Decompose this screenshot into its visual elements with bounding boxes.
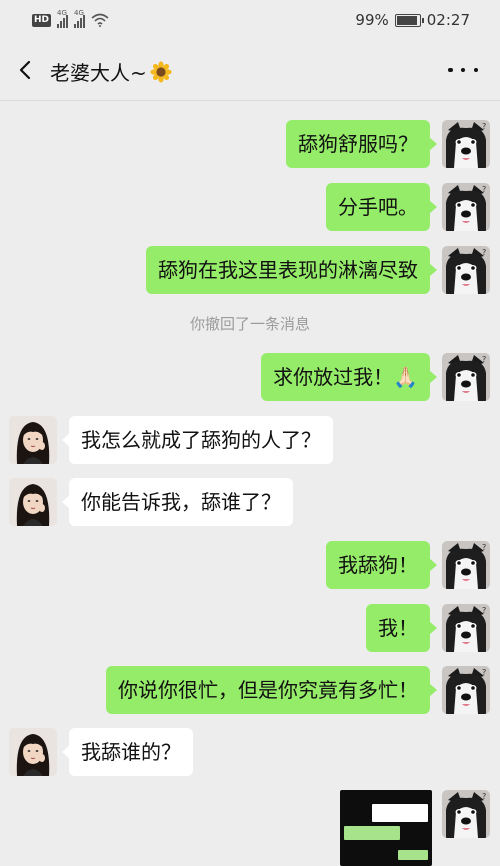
message-bubble-outgoing[interactable]: 你说你很忙，但是你究竟有多忙！ — [106, 666, 437, 714]
recall-notice: 你撤回了一条消息 — [189, 315, 310, 333]
battery-percent: 99% — [355, 11, 389, 29]
more-dots-icon[interactable] — [448, 58, 478, 82]
message-bubble-incoming[interactable]: 我舔谁的？ — [62, 728, 193, 776]
message-bubble-incoming[interactable]: 我怎么就成了舔狗的人了？ — [62, 416, 333, 464]
avatar-self[interactable] — [442, 120, 490, 168]
message-bubble-outgoing[interactable]: 分手吧。 — [326, 183, 437, 231]
status-right: 99% 02:27 — [355, 11, 470, 29]
message-bubble-outgoing[interactable]: 舔狗在我这里表现的淋漓尽致 — [146, 246, 437, 294]
battery-fill — [396, 15, 417, 25]
chevron-left-icon[interactable] — [14, 56, 38, 84]
network-type-label-2: 4G — [74, 9, 84, 17]
status-bar: HD 4G 4G 99% 02:27 — [0, 0, 500, 42]
avatar-self[interactable] — [442, 353, 490, 401]
avatar-self[interactable] — [442, 183, 490, 231]
thumbnail-bubble-green — [344, 826, 400, 840]
message-bubble-outgoing[interactable]: 求你放过我！🙏🏻 — [261, 353, 437, 401]
thumbnail-bubble-white — [372, 804, 428, 822]
signal-icon: 4G — [57, 9, 69, 28]
thumbnail-bubble-green-2 — [398, 850, 428, 860]
status-left: HD 4G 4G — [32, 9, 109, 28]
avatar-self[interactable] — [442, 541, 490, 589]
avatar-self[interactable] — [442, 790, 490, 838]
avatar-self[interactable] — [442, 604, 490, 652]
hd-badge: HD — [32, 13, 52, 27]
avatar-contact[interactable] — [9, 416, 57, 464]
avatar-self[interactable] — [442, 246, 490, 294]
wifi-icon — [91, 13, 109, 27]
image-message-thumbnail[interactable] — [340, 790, 432, 866]
signal-icon-2: 4G — [74, 9, 86, 28]
chat-title-text: 老婆大人~ — [50, 61, 147, 85]
avatar-contact[interactable] — [9, 478, 57, 526]
battery-icon — [394, 13, 424, 27]
clock: 02:27 — [426, 11, 470, 29]
chat-title[interactable]: 老婆大人~ — [50, 57, 172, 86]
message-bubble-outgoing[interactable]: 我！ — [366, 604, 437, 652]
chat-header: 老婆大人~ — [0, 42, 500, 101]
message-bubble-incoming[interactable]: 你能告诉我，舔谁了？ — [62, 478, 293, 526]
avatar-self[interactable] — [442, 666, 490, 714]
message-bubble-outgoing[interactable]: 舔狗舒服吗？ — [286, 120, 437, 168]
network-type-label: 4G — [57, 9, 67, 17]
sunflower-emoji — [150, 60, 172, 83]
avatar-contact[interactable] — [9, 728, 57, 776]
message-bubble-outgoing[interactable]: 我舔狗！ — [326, 541, 437, 589]
